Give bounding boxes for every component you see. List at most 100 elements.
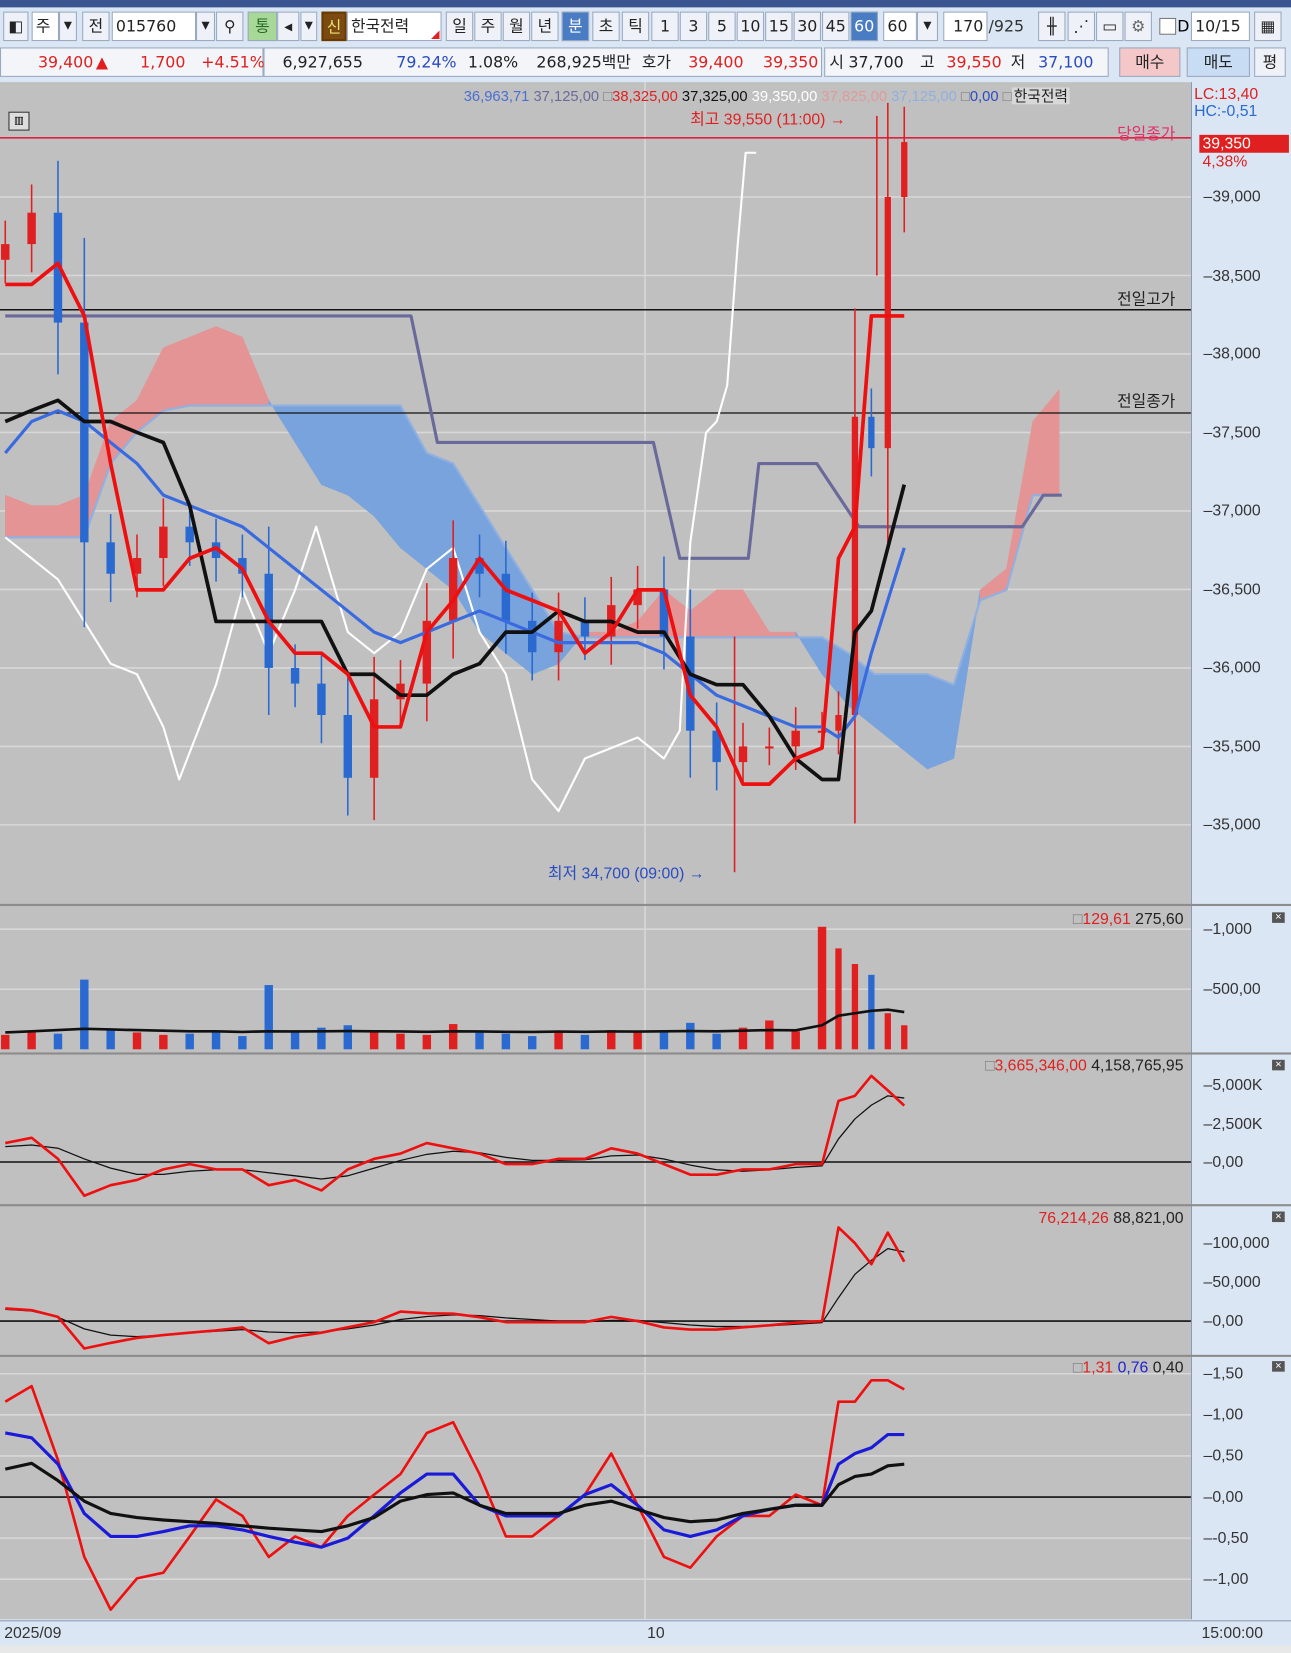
ind3-legend: □1,31 0,76 0,40 [1072,1359,1184,1377]
volume-bar [528,1036,537,1050]
ichimoku-cloud-segment [5,494,32,538]
candle-up [369,699,379,778]
candle-up [901,142,908,198]
obv-signal-line [5,1095,905,1180]
ind3-tick-label: –0,00 [1203,1488,1244,1506]
ichimoku-cloud-segment [321,405,349,496]
price-tick-label: –36,000 [1203,658,1261,677]
ichimoku-cloud-segment [347,405,375,517]
candle-down [528,620,537,653]
ind2-signal-line [5,1247,905,1338]
legend-lagging: 39,350,00 [751,87,818,105]
volume-bar [422,1034,432,1050]
volume-bar [159,1034,168,1050]
chart-window: ◧ 주 ▼ 전 015760 ▼ ⚲ 통 ◂ ▼ 신 한국전력 일주월년분초틱 … [0,0,1291,1653]
close-panel-icon[interactable]: ✕ [1272,1361,1285,1372]
candle-down [343,715,353,778]
volume-bar [1,1034,10,1050]
ichimoku-cloud-segment [1032,389,1060,496]
obv-tick-label: –2,500K [1203,1114,1263,1133]
panel-divider[interactable] [0,1052,1291,1055]
ichimoku-cloud-segment [927,673,955,770]
panel-divider[interactable] [0,1204,1291,1207]
panel-divider[interactable] [0,903,1291,907]
candle-up [884,197,891,449]
volume-bar [607,1030,616,1050]
obv-tick-label: –5,000K [1203,1076,1263,1095]
legend-ma: 36,963,71 [463,87,530,105]
legend-stock-name: 한국전력 [1011,87,1071,105]
panel-divider[interactable] [0,1354,1291,1357]
legend-volume: 0,00 [969,87,999,105]
volume-bar [659,1031,669,1050]
close-panel-icon[interactable]: ✕ [1272,1059,1285,1071]
volume-bar [132,1032,142,1050]
volume-bar [901,1025,908,1050]
price-tick-label: –37,500 [1203,423,1261,442]
ind2-legend: 76,214,26 88,821,00 [1038,1209,1184,1228]
chart-svg [0,82,1191,1620]
ind2-tick-label: –50,000 [1203,1273,1261,1292]
ichimoku-cloud-segment [242,337,270,406]
change-pct-tag: 4,38% [1202,152,1248,171]
volume-bar [343,1025,353,1050]
volume-bar [633,1032,642,1050]
ind3-tick-label: –0,50 [1203,1446,1244,1465]
ichimoku-cloud-segment [716,589,744,638]
volume-bar [884,1013,891,1050]
obv-legend: □3,665,346,00 4,158,765,95 [984,1056,1184,1075]
price-tick-label: –38,500 [1203,266,1261,285]
volume-bar [851,964,859,1050]
horizontal-scrollbar[interactable] [0,1645,1291,1653]
volume-bar [396,1033,405,1050]
main-legend: 36,963,71 37,125,00 □38,325,00 37,325,00… [463,85,1071,106]
price-tick-label: –36,500 [1203,580,1261,599]
legend-base-line: 37,325,00 [681,87,748,105]
ichimoku-cloud-segment [742,588,770,638]
hc-value: HC:-0,51 [1194,102,1258,121]
volume-bar [817,926,827,1050]
candle-up [738,746,748,763]
lc-value: LC:13,40 [1194,85,1259,104]
candle-up [765,746,774,749]
obv-tick-label: –0,00 [1203,1153,1244,1171]
ichimoku-cloud-segment [294,405,322,486]
close-panel-icon[interactable]: ✕ [1272,912,1285,923]
ind2-tick-label: –0,00 [1203,1312,1244,1331]
ichimoku-cloud-segment [136,347,164,433]
candle-down [106,542,115,574]
volume-bar [765,1020,774,1050]
today-close-label: 당일종가 [1117,125,1176,144]
volume-bar [264,985,273,1050]
x-label-month: 10 [647,1624,665,1643]
candle-up [1,244,10,260]
ichimoku-cloud-segment [189,326,217,406]
close-panel-icon[interactable]: ✕ [1272,1211,1285,1223]
volume-bar [554,1032,563,1050]
legend-span-a: 37,825,00 [821,87,888,105]
volume-bar [501,1033,511,1050]
high-annotation: 최고 39,550 (11:00) → [690,110,846,129]
current-price-tag: 39,350 [1199,134,1289,153]
ind3-tick-label: –-1,00 [1203,1570,1249,1589]
candle-down [80,322,89,543]
obv-line [5,1074,906,1198]
legend-conversion: 38,325,00 [612,87,678,105]
candle-down [185,526,194,543]
volume-bar [580,1034,590,1050]
ichimoku-cloud-segment [163,336,190,412]
volume-bar [686,1022,695,1050]
volume-bar [80,979,89,1050]
volume-bar [185,1033,194,1050]
ichimoku-cloud-segment [874,673,902,749]
volume-bar [238,1036,247,1050]
volume-bar [448,1024,458,1050]
candle-up [554,620,563,653]
volume-bar [369,1031,379,1050]
grid-table-icon[interactable]: ▥ [8,111,30,131]
ind2-tick-label: –100,000 [1203,1234,1270,1253]
volume-tick-label: –1,000 [1203,920,1252,939]
price-tick-label: –39,000 [1203,188,1261,206]
volume-bar [27,1031,36,1050]
time-axis: 2025/09 10 15:00:00 [0,1620,1291,1647]
